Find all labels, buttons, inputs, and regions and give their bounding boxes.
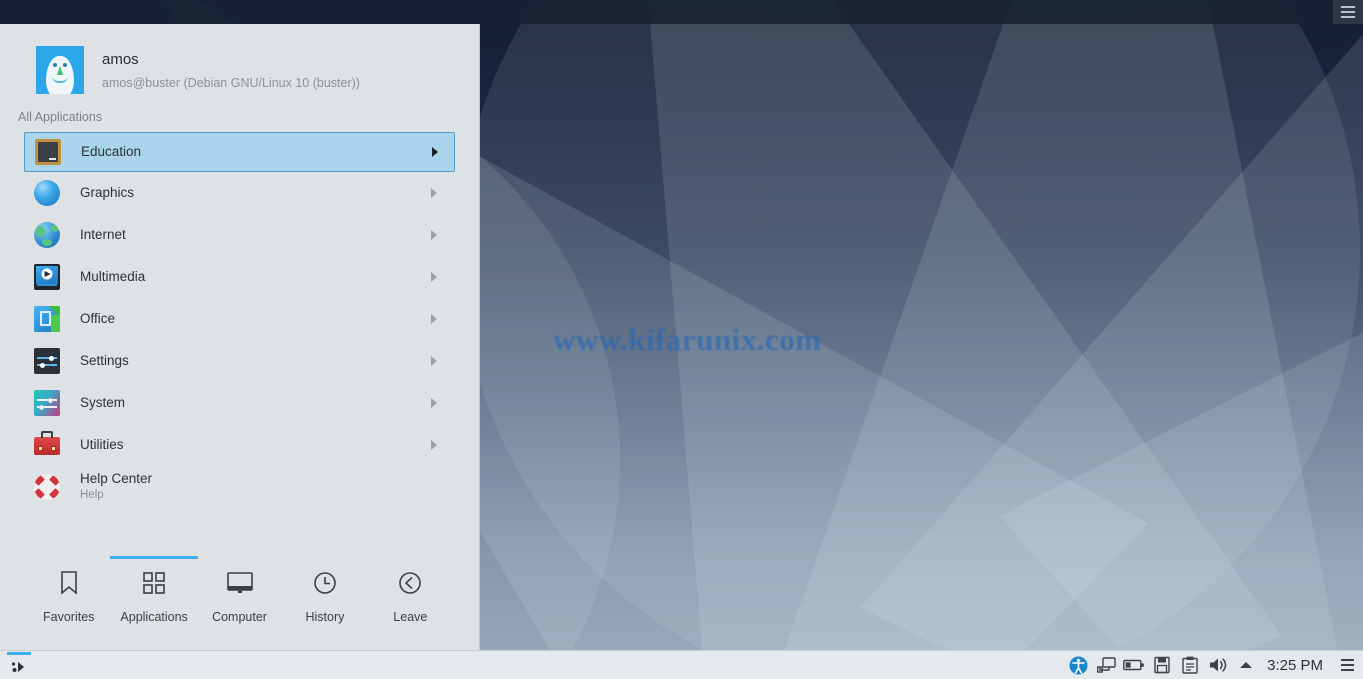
wallpaper-watermark: www.kifarunix.com xyxy=(553,322,822,357)
tab-favorites[interactable]: Favorites xyxy=(26,554,111,624)
sliders-dark-icon xyxy=(34,348,60,374)
sliders-color-icon xyxy=(34,390,60,416)
chevron-right-icon xyxy=(431,440,437,450)
tab-label: Favorites xyxy=(43,610,95,624)
chevron-right-icon xyxy=(431,188,437,198)
toolbox-icon xyxy=(34,431,60,458)
menu-item-sublabel: Help xyxy=(80,488,104,501)
bookmark-icon xyxy=(54,568,84,598)
back-circle-icon xyxy=(395,568,425,598)
user-host-line: amos@buster (Debian GNU/Linux 10 (buster… xyxy=(102,75,360,90)
accessibility-icon[interactable] xyxy=(1065,652,1091,679)
tab-leave[interactable]: Leave xyxy=(368,554,453,624)
user-name: amos xyxy=(102,50,139,68)
chevron-right-icon xyxy=(431,356,437,366)
section-label: All Applications xyxy=(18,110,103,124)
application-category-list: Education Graphics Internet Multimedia O… xyxy=(0,132,479,554)
globe-icon xyxy=(34,222,60,248)
tab-label: Leave xyxy=(393,610,428,624)
monitor-icon xyxy=(225,568,255,598)
menu-item-label: Graphics xyxy=(80,184,135,200)
grid-icon xyxy=(139,568,169,598)
tab-applications[interactable]: Applications xyxy=(110,554,199,624)
user-avatar-face-icon[interactable] xyxy=(36,46,84,94)
chevron-right-icon xyxy=(431,272,437,282)
video-player-icon xyxy=(34,264,60,290)
tab-label: Computer xyxy=(212,610,267,624)
tab-computer[interactable]: Computer xyxy=(197,554,282,624)
clock[interactable]: 3:25 PM xyxy=(1261,657,1333,674)
system-tray: 3:25 PM xyxy=(1065,652,1363,679)
menu-item-internet[interactable]: Internet xyxy=(24,214,455,256)
clipboard-icon[interactable] xyxy=(1177,652,1203,679)
window-task-icon[interactable] xyxy=(3,651,35,679)
show-hidden-arrow-icon[interactable] xyxy=(1233,652,1259,679)
menu-item-label: Multimedia xyxy=(80,268,146,284)
menu-item-graphics[interactable]: Graphics xyxy=(24,172,455,214)
tab-history[interactable]: History xyxy=(282,554,367,624)
network-icon[interactable] xyxy=(1093,652,1119,679)
lifesaver-icon xyxy=(34,474,60,500)
chevron-right-icon xyxy=(431,314,437,324)
hamburger-icon[interactable] xyxy=(1335,652,1359,679)
hamburger-icon[interactable] xyxy=(1333,0,1363,24)
tab-label: Applications xyxy=(120,610,188,624)
menu-item-multimedia[interactable]: Multimedia xyxy=(24,256,455,298)
menu-item-system[interactable]: System xyxy=(24,382,455,424)
menu-item-help-center[interactable]: Help Center Help xyxy=(24,466,455,508)
menu-item-label: Internet xyxy=(80,226,126,242)
menu-item-utilities[interactable]: Utilities xyxy=(24,424,455,466)
menu-item-label: System xyxy=(80,394,126,410)
tab-label: History xyxy=(305,610,345,624)
blue-sphere-icon xyxy=(34,180,60,206)
menu-item-education[interactable]: Education xyxy=(24,132,455,172)
volume-icon[interactable] xyxy=(1205,652,1231,679)
chevron-right-icon xyxy=(432,147,438,157)
top-panel xyxy=(0,0,1363,24)
removable-device-icon[interactable] xyxy=(1149,652,1175,679)
kickoff-tab-bar: Favorites Applications Computer History … xyxy=(0,554,479,650)
blackboard-icon xyxy=(35,139,61,165)
office-document-icon xyxy=(34,306,60,332)
menu-item-label: Settings xyxy=(80,352,129,368)
menu-item-settings[interactable]: Settings xyxy=(24,340,455,382)
chevron-right-icon xyxy=(431,398,437,408)
menu-item-office[interactable]: Office xyxy=(24,298,455,340)
battery-icon[interactable] xyxy=(1121,652,1147,679)
chevron-right-icon xyxy=(431,230,437,240)
menu-item-label: Help Center xyxy=(80,471,153,487)
clock-icon xyxy=(310,568,340,598)
menu-item-label: Office xyxy=(80,310,116,326)
menu-item-label: Education xyxy=(81,143,142,159)
taskbar: 3:25 PM xyxy=(0,650,1363,679)
active-tab-indicator xyxy=(110,556,199,559)
application-launcher-menu: amos amos@buster (Debian GNU/Linux 10 (b… xyxy=(0,24,480,650)
user-header: amos amos@buster (Debian GNU/Linux 10 (b… xyxy=(0,24,479,104)
menu-item-label: Utilities xyxy=(80,436,124,452)
